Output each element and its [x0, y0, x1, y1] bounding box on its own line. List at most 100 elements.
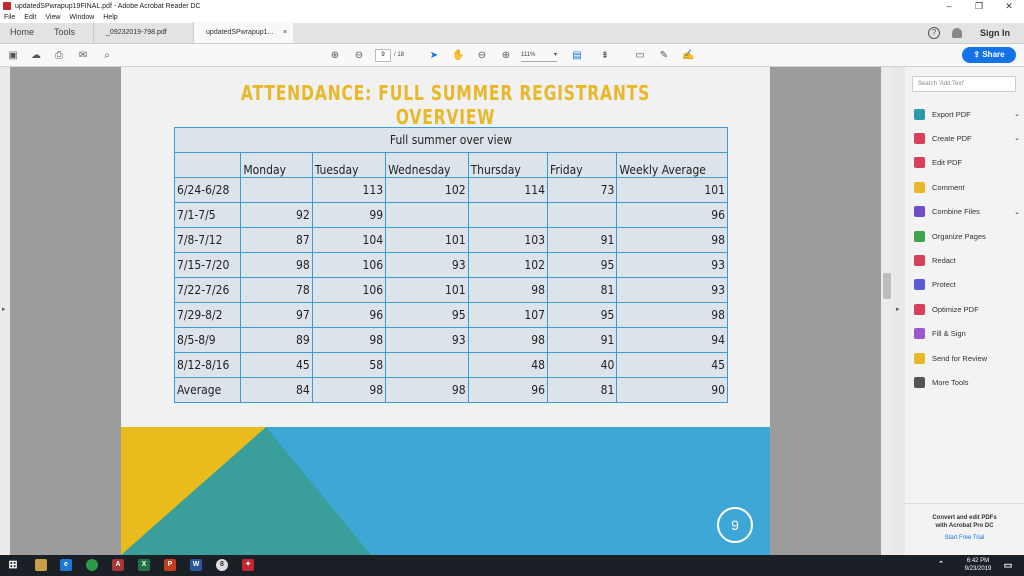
table-cell: 98	[467, 277, 548, 303]
zoom-out-icon[interactable]: ⊖	[476, 49, 488, 62]
tab-close-icon[interactable]: ×	[283, 22, 287, 43]
menu-edit[interactable]: Edit	[24, 12, 36, 23]
table-cell: 81	[546, 377, 618, 403]
tab-document-1[interactable]: _09232019-798.pdf	[93, 22, 193, 43]
page-total: / 18	[394, 52, 405, 58]
acrobat-taskbar-icon[interactable]: ✦	[242, 559, 254, 571]
acrobat-app-icon	[3, 2, 11, 10]
tool-export-pdf[interactable]: Export PDF ⌄	[914, 107, 1022, 121]
tab-tools[interactable]: Tools	[44, 27, 85, 43]
sign-tool-icon[interactable]: ✍	[682, 49, 694, 62]
scroll-mode-icon[interactable]: ⇟	[599, 49, 611, 62]
windows-taskbar: ⊞ e A X P W 8 ✦ ⌃ 6:42 PM 9/23/2019 ▭	[0, 555, 1024, 576]
tool-send-for-review[interactable]: Send for Review	[914, 351, 1022, 365]
chevron-down-icon[interactable]: ⌄	[1014, 110, 1020, 118]
tool-combine-files[interactable]: Combine Files ⌄	[914, 205, 1022, 219]
table-cell	[546, 202, 618, 228]
tools-panel-collapse[interactable]: ▸	[893, 67, 905, 555]
chevron-down-icon[interactable]: ⌄	[1014, 134, 1020, 142]
slide-title: ATTENDANCE: FULL SUMMER REGISTRANTS OVER…	[240, 81, 651, 129]
comment-tool-icon[interactable]: ▭	[634, 49, 646, 62]
file-explorer-icon[interactable]	[35, 559, 47, 571]
access-icon[interactable]: A	[112, 559, 124, 571]
notification-bell-icon[interactable]	[952, 27, 962, 38]
excel-icon[interactable]: X	[138, 559, 150, 571]
table-cell: 87	[240, 227, 313, 253]
zoom-level-dropdown[interactable]: 111% ▾	[521, 49, 557, 62]
tab-document-2[interactable]: updatedSPwrapup1... ×	[193, 22, 294, 43]
table-cell	[467, 202, 548, 228]
tool-protect[interactable]: Protect	[914, 278, 1022, 292]
table-cell: 98	[616, 302, 728, 328]
tool-comment[interactable]: Comment	[914, 180, 1022, 194]
table-cell: 45	[616, 352, 728, 378]
pdf-page: ATTENDANCE: FULL SUMMER REGISTRANTS OVER…	[121, 67, 770, 555]
search-icon[interactable]: ⌕	[101, 49, 113, 62]
table-cell: 98	[467, 327, 548, 353]
close-button[interactable]: ✕	[994, 0, 1024, 12]
table-cell: 84	[240, 377, 313, 403]
app-circle-icon[interactable]: 8	[216, 559, 228, 571]
document-viewer[interactable]: ▸ ATTENDANCE: FULL SUMMER REGISTRANTS OV…	[0, 67, 893, 555]
sign-in-button[interactable]: Sign In	[980, 28, 1010, 38]
start-free-trial-link[interactable]: Start Free Trial	[905, 534, 1024, 542]
table-caption: Full summer over view	[174, 127, 728, 153]
share-button[interactable]: ⇪ Share	[962, 47, 1016, 63]
minimize-button[interactable]: –	[934, 0, 964, 12]
fill-sign-icon	[914, 328, 925, 340]
windows-start-icon[interactable]: ⊞	[7, 559, 19, 571]
menu-view[interactable]: View	[45, 12, 60, 23]
tool-edit-pdf[interactable]: Edit PDF	[914, 156, 1022, 170]
hand-tool-icon[interactable]: ✋	[452, 49, 464, 62]
upload-cloud-icon[interactable]: ☁	[30, 49, 42, 62]
row-label: 8/12-8/16	[173, 352, 242, 378]
edge-browser-icon[interactable]: e	[60, 559, 72, 571]
help-icon[interactable]: ?	[928, 26, 940, 39]
system-tray-icon[interactable]: ⌃	[935, 559, 947, 571]
page-view-icon[interactable]: ▤	[571, 49, 583, 62]
tab-document-1-label: _09232019-798.pdf	[106, 29, 167, 36]
table-row: 7/29-8/2 97 96 95 107 95 98	[173, 302, 728, 328]
tool-optimize-pdf[interactable]: Optimize PDF	[914, 302, 1022, 316]
select-cursor-icon[interactable]: ➤	[428, 49, 440, 62]
left-panel-toggle[interactable]: ▸	[0, 67, 10, 555]
maximize-button[interactable]: ❐	[964, 0, 994, 12]
menu-file[interactable]: File	[4, 12, 15, 23]
tool-fill-sign[interactable]: Fill & Sign	[914, 327, 1022, 341]
export-pdf-icon	[914, 108, 925, 120]
page-number-input[interactable]: 9	[375, 49, 391, 62]
tab-home[interactable]: Home	[0, 27, 44, 43]
tool-label: More Tools	[932, 377, 969, 387]
print-icon[interactable]: ⎙	[53, 49, 65, 62]
tool-more-tools[interactable]: More Tools	[914, 375, 1022, 389]
tab-document-2-label: updatedSPwrapup1...	[206, 29, 274, 36]
vertical-scrollbar[interactable]	[881, 67, 893, 555]
highlight-pen-icon[interactable]: ✎	[658, 49, 670, 62]
tool-redact[interactable]: Redact	[914, 253, 1022, 267]
table-cell: 48	[467, 352, 548, 378]
zoom-in-icon[interactable]: ⊕	[500, 49, 512, 62]
table-cell: 97	[240, 302, 313, 328]
save-icon[interactable]: ▣	[7, 49, 19, 62]
tool-organize-pages[interactable]: Organize Pages	[914, 229, 1022, 243]
powerpoint-icon[interactable]: P	[164, 559, 176, 571]
chrome-icon[interactable]	[86, 559, 98, 571]
email-icon[interactable]: ✉	[77, 49, 89, 62]
taskbar-clock[interactable]: 6:42 PM 9/23/2019	[958, 557, 998, 573]
next-page-icon[interactable]: ⊖	[353, 49, 365, 62]
menu-window[interactable]: Window	[69, 12, 94, 23]
chevron-down-icon[interactable]: ⌄	[1014, 208, 1020, 216]
action-center-icon[interactable]: ▭	[1002, 559, 1014, 571]
table-cell: 93	[616, 277, 728, 303]
tool-create-pdf[interactable]: Create PDF ⌄	[914, 131, 1022, 145]
table-cell: 101	[385, 277, 469, 303]
table-row: 7/1-7/5 92 99 96	[173, 202, 728, 228]
scrollbar-thumb[interactable]	[883, 273, 891, 299]
table-cell: 106	[311, 277, 387, 303]
tools-search-input[interactable]: Search 'Add Text'	[912, 76, 1016, 92]
table-row: 8/12-8/16 45 58 48 40 45	[173, 352, 728, 378]
tool-label: Optimize PDF	[932, 304, 979, 314]
word-icon[interactable]: W	[190, 559, 202, 571]
previous-page-icon[interactable]: ⊕	[329, 49, 341, 62]
tool-label: Protect	[932, 280, 956, 290]
